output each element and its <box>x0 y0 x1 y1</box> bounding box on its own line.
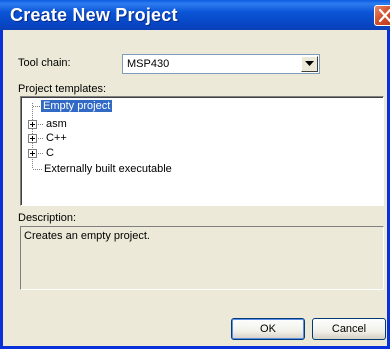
tree-item-asm[interactable]: asm <box>46 118 67 131</box>
close-button[interactable] <box>374 5 390 26</box>
chevron-down-icon <box>305 61 314 66</box>
toolchain-label: Tool chain: <box>18 57 71 69</box>
ok-button[interactable]: OK <box>231 318 305 340</box>
close-icon <box>378 8 390 23</box>
tree-item-c[interactable]: C <box>46 147 54 160</box>
templates-tree[interactable]: Empty project asm C++ C Externally built… <box>20 96 384 206</box>
toolchain-value: MSP430 <box>127 58 170 70</box>
tree-item-empty-project[interactable]: Empty project <box>41 100 113 113</box>
expand-cpp-icon[interactable] <box>28 134 37 143</box>
tree-item-externally-built[interactable]: Externally built executable <box>44 163 172 176</box>
expand-asm-icon[interactable] <box>28 120 37 129</box>
dialog-title: Create New Project <box>10 5 178 25</box>
toolchain-select[interactable]: MSP430 <box>122 54 320 74</box>
description-text: Creates an empty project. <box>24 230 150 242</box>
tree-connector <box>33 169 42 170</box>
tree-item-cpp[interactable]: C++ <box>46 132 67 145</box>
cancel-button[interactable]: Cancel <box>312 318 386 340</box>
expand-c-icon[interactable] <box>28 149 37 158</box>
tree-connector <box>38 153 44 154</box>
tree-item-label: asm <box>46 118 67 130</box>
description-box: Creates an empty project. <box>20 226 384 290</box>
description-label: Description: <box>18 212 77 224</box>
title-bar[interactable]: Create New Project <box>0 0 390 30</box>
tree-item-label: Externally built executable <box>44 163 172 175</box>
tree-connector <box>38 138 44 139</box>
tree-item-label: Empty project <box>41 100 113 112</box>
tree-item-label: C <box>46 147 54 159</box>
tree-item-label: C++ <box>46 132 67 144</box>
toolchain-dropdown-button[interactable] <box>301 56 318 72</box>
templates-label: Project templates: <box>18 83 107 95</box>
create-new-project-dialog: Create New Project Tool chain: MSP430 Pr… <box>0 0 390 349</box>
tree-connector <box>38 124 44 125</box>
